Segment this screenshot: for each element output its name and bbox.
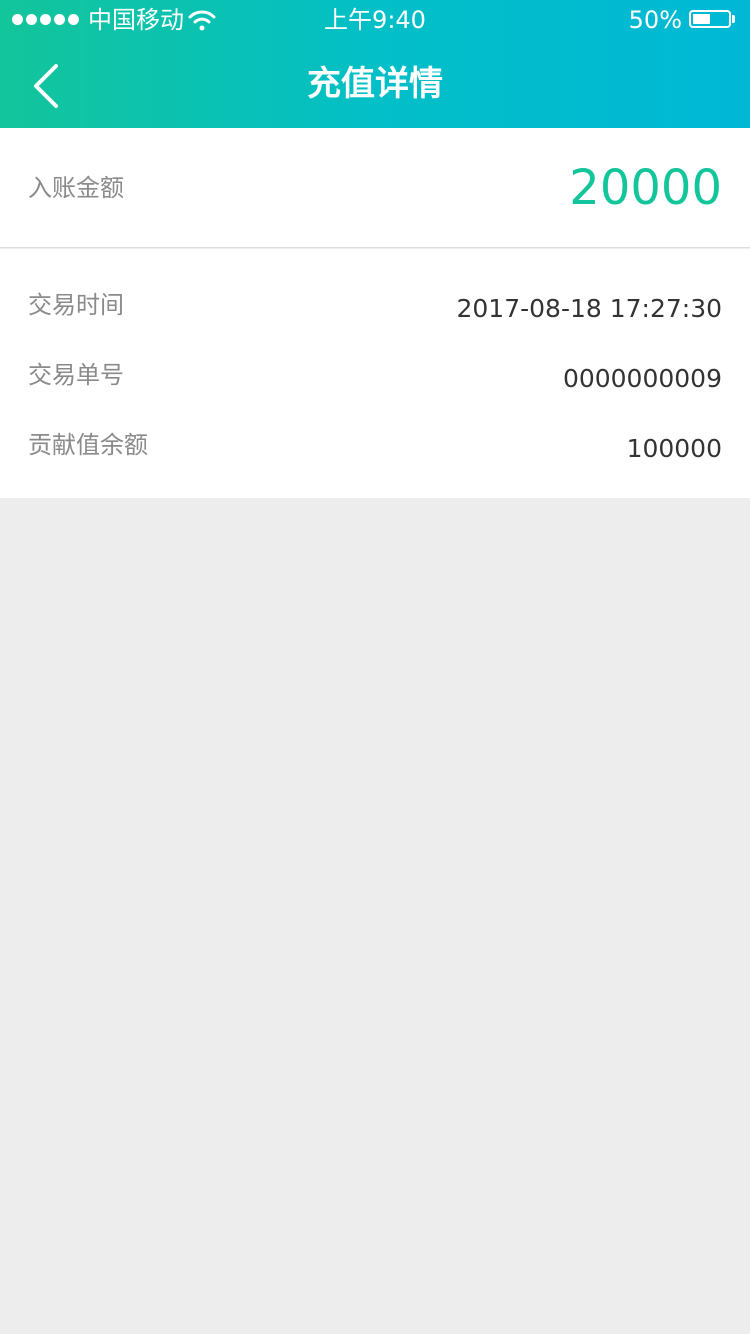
amount-card: 入账金额 20000	[0, 128, 750, 248]
contribution-balance-label: 贡献值余额	[28, 431, 148, 459]
transaction-time-value: 2017-08-18 17:27:30	[456, 294, 722, 323]
page-title: 充值详情	[307, 64, 443, 104]
battery-tip	[732, 15, 735, 23]
back-button[interactable]	[22, 54, 72, 118]
status-bar: 中国移动 上午9:40 50%	[0, 0, 750, 40]
detail-row-transaction-id: 交易单号 0000000009	[0, 355, 750, 395]
transaction-id-value: 0000000009	[562, 364, 722, 393]
app-header: 中国移动 上午9:40 50% 充值详情	[0, 0, 750, 128]
amount-value: 20000	[569, 160, 722, 216]
detail-row-transaction-time: 交易时间 2017-08-18 17:27:30	[0, 285, 750, 325]
battery-icon	[689, 10, 731, 28]
detail-row-contribution-balance: 贡献值余额 100000	[0, 425, 750, 465]
contribution-balance-value: 100000	[626, 434, 722, 463]
chevron-left-icon	[34, 64, 58, 108]
amount-label: 入账金额	[28, 174, 124, 202]
transaction-time-label: 交易时间	[28, 291, 124, 319]
transaction-id-label: 交易单号	[28, 361, 124, 389]
details-card: 交易时间 2017-08-18 17:27:30 交易单号 0000000009…	[0, 249, 750, 498]
battery-percentage: 50%	[628, 6, 682, 34]
